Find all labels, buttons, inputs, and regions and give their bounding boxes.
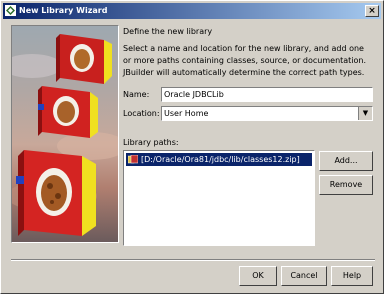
location-combo[interactable]: User Home ▼: [161, 106, 373, 121]
page-description: Select a name and location for the new l…: [123, 44, 367, 77]
cancel-button[interactable]: Cancel: [281, 266, 327, 286]
ok-button[interactable]: OK: [239, 266, 277, 286]
close-button[interactable]: ×: [365, 5, 379, 17]
dropdown-arrow-icon[interactable]: ▼: [358, 107, 372, 120]
footer-separator: [11, 259, 375, 261]
page-heading: Define the new library: [123, 27, 213, 36]
location-value: User Home: [164, 109, 209, 118]
name-label: Name:: [123, 90, 150, 99]
library-paths-label: Library paths:: [123, 138, 179, 147]
list-item[interactable]: [D:/Oracle/Ora81/jdbc/lib/classes12.zip]: [126, 153, 312, 166]
name-input[interactable]: Oracle JDBCLib: [161, 87, 373, 102]
location-label: Location:: [123, 109, 160, 118]
archive-icon: [128, 155, 138, 164]
window-title: New Library Wizard: [19, 6, 108, 15]
title-bar: New Library Wizard ×: [3, 3, 381, 19]
library-path-text: [D:/Oracle/Ora81/jdbc/lib/classes12.zip]: [141, 155, 300, 164]
close-icon: ×: [368, 6, 376, 16]
library-paths-list[interactable]: [D:/Oracle/Ora81/jdbc/lib/classes12.zip]: [123, 150, 315, 246]
add-button[interactable]: Add...: [319, 151, 373, 171]
wizard-window: New Library Wizard × Define the new libr…: [0, 0, 384, 294]
remove-button[interactable]: Remove: [319, 175, 373, 195]
help-button[interactable]: Help: [331, 266, 373, 286]
wizard-illustration: [11, 25, 119, 243]
books-illustration: [12, 34, 118, 236]
jbuilder-app-icon: [5, 5, 16, 16]
